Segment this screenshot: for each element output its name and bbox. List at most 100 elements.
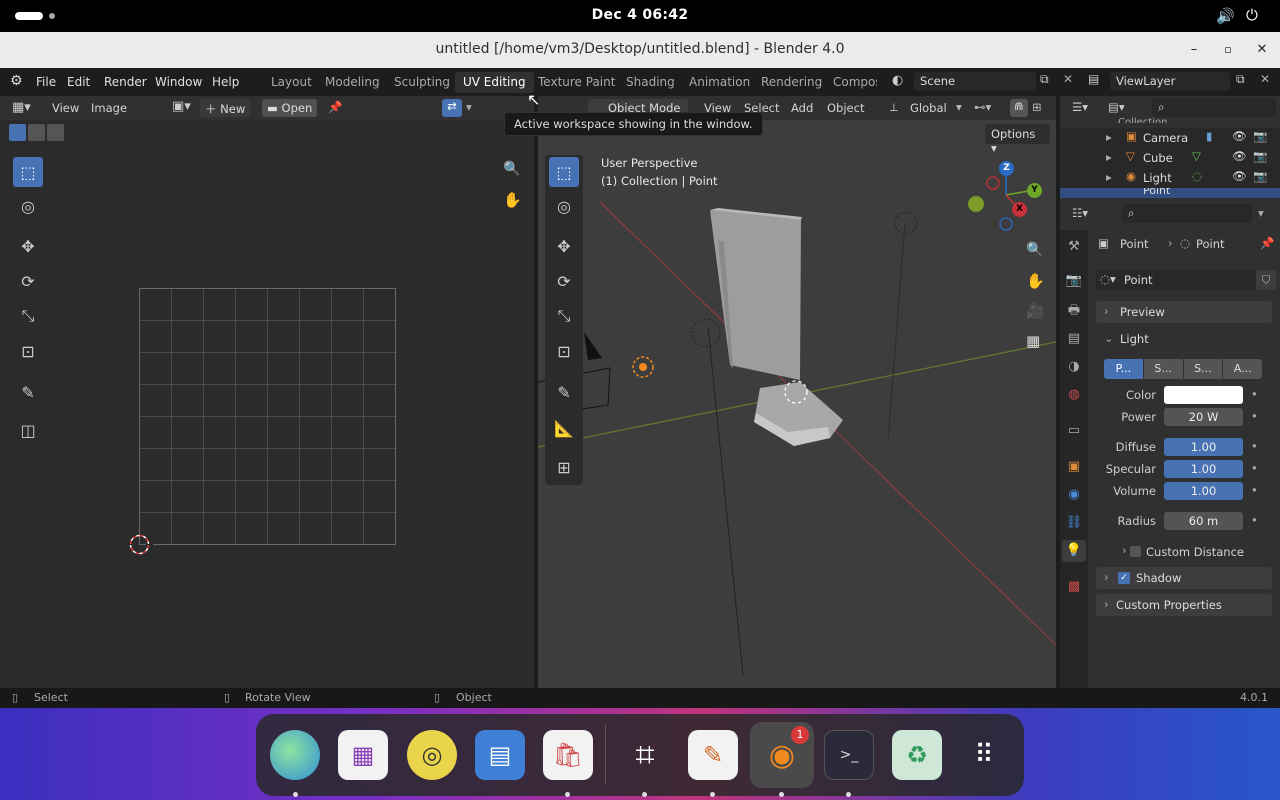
- uv-editor-canvas[interactable]: [0, 120, 534, 688]
- tab-animation[interactable]: Animation: [681, 72, 758, 93]
- tab-sculpting[interactable]: Sculpting: [386, 72, 458, 93]
- select-subtract-icon[interactable]: [47, 124, 64, 141]
- editor-type-icon[interactable]: ▦▾: [12, 100, 31, 115]
- fake-user-shield-icon[interactable]: ⛉: [1256, 270, 1276, 290]
- outliner-item-cube[interactable]: Cube: [1143, 151, 1173, 165]
- new-scene-icon[interactable]: ⧉: [1040, 72, 1049, 87]
- keyframe-dot-icon[interactable]: •: [1251, 513, 1258, 527]
- visibility-eye-icon[interactable]: 👁: [1232, 169, 1247, 183]
- rip-icon[interactable]: ◫: [13, 415, 43, 445]
- pin-icon[interactable]: 📌: [328, 100, 342, 114]
- expand-icon[interactable]: ▸: [1106, 150, 1112, 164]
- select-box-icon[interactable]: ⬚: [13, 157, 43, 187]
- render-camera-icon[interactable]: 📷: [1253, 169, 1267, 183]
- scene-selector[interactable]: Scene: [914, 72, 1036, 91]
- keyframe-dot-icon[interactable]: •: [1251, 461, 1258, 475]
- properties-editor-icon[interactable]: ☷▾: [1072, 206, 1088, 220]
- render-tab-icon[interactable]: 📷: [1063, 270, 1085, 292]
- scene-tab-icon[interactable]: ◑: [1063, 356, 1085, 378]
- viewport-menu-object[interactable]: Object: [827, 101, 864, 115]
- zoom-icon[interactable]: 🔍: [503, 161, 520, 177]
- visibility-eye-icon[interactable]: 👁: [1232, 149, 1247, 163]
- panel-preview[interactable]: › Preview: [1096, 301, 1272, 323]
- scale-icon[interactable]: ⤡: [13, 301, 43, 331]
- view-layer-tab-icon[interactable]: ▤: [1063, 328, 1085, 350]
- pin-icon[interactable]: 📌: [1260, 236, 1274, 250]
- text-editor-icon[interactable]: ✎: [688, 730, 738, 780]
- rotate-icon[interactable]: ⟳: [13, 266, 43, 296]
- camera-view-icon[interactable]: 🎥: [1026, 302, 1045, 320]
- select-box-icon[interactable]: ⬚: [549, 157, 579, 187]
- power-field[interactable]: 20 W: [1164, 408, 1243, 426]
- add-cube-icon[interactable]: ⊞: [549, 452, 579, 482]
- render-camera-icon[interactable]: 📷: [1253, 129, 1267, 143]
- terminal-icon[interactable]: >_: [824, 730, 874, 780]
- keyframe-dot-icon[interactable]: •: [1251, 409, 1258, 423]
- light-data-tab-icon[interactable]: 💡: [1062, 540, 1086, 562]
- gizmo-x-axis[interactable]: X: [1012, 202, 1027, 217]
- new-view-layer-icon[interactable]: ⧉: [1236, 72, 1245, 87]
- browser-icon[interactable]: [270, 730, 320, 780]
- dropdown-icon[interactable]: ▾: [466, 100, 472, 114]
- menu-window[interactable]: Window: [155, 75, 202, 89]
- pan-hand-icon[interactable]: ✋: [503, 191, 522, 209]
- collection-tab-icon[interactable]: ▭: [1063, 420, 1085, 442]
- outliner-collection-row[interactable]: Collection: [1118, 117, 1167, 123]
- panel-light[interactable]: ⌄ Light: [1096, 328, 1272, 350]
- outliner-search-input[interactable]: ⌕: [1152, 98, 1276, 117]
- menu-render[interactable]: Render: [104, 75, 147, 89]
- new-image-button[interactable]: ＋ New: [200, 99, 251, 117]
- orientation-dropdown[interactable]: Global: [910, 101, 947, 115]
- breadcrumb-object[interactable]: Point: [1120, 237, 1149, 251]
- chevron-right-icon[interactable]: ›: [1122, 543, 1127, 557]
- light-type-sun[interactable]: S...: [1143, 359, 1183, 379]
- orientation-icon[interactable]: ⟂: [890, 100, 898, 115]
- annotate-icon[interactable]: ✎: [549, 377, 579, 407]
- tab-compositing[interactable]: Compos: [825, 72, 877, 93]
- light-datablock-selector[interactable]: ◌▾ Point: [1096, 270, 1256, 290]
- expand-icon[interactable]: ▸: [1106, 170, 1112, 184]
- select-extend-icon[interactable]: [28, 124, 45, 141]
- chevron-down-icon[interactable]: ▾: [1258, 206, 1264, 220]
- dropdown-icon[interactable]: ▾: [956, 100, 962, 114]
- options-dropdown[interactable]: Options ▾: [985, 124, 1050, 155]
- shadow-checkbox[interactable]: ✓: [1118, 572, 1130, 584]
- light-type-area[interactable]: A...: [1223, 359, 1262, 379]
- blender-logo-icon[interactable]: ⚙: [10, 73, 23, 89]
- light-type-spot[interactable]: S...: [1183, 359, 1223, 379]
- measure-icon[interactable]: 📐: [549, 413, 579, 443]
- window-title-bar[interactable]: untitled [/home/vm3/Desktop/untitled.ble…: [0, 32, 1280, 68]
- scale-icon[interactable]: ⤡: [549, 301, 579, 331]
- specular-field[interactable]: 1.00: [1164, 460, 1243, 478]
- move-icon[interactable]: ✥: [13, 231, 43, 261]
- color-swatch[interactable]: [1164, 386, 1243, 404]
- constraints-tab-icon[interactable]: ⛓: [1063, 512, 1085, 534]
- delete-view-layer-icon[interactable]: ✕: [1260, 72, 1270, 86]
- object-tab-icon[interactable]: ▣: [1063, 456, 1085, 478]
- text-document-icon[interactable]: ▤: [475, 730, 525, 780]
- music-player-icon[interactable]: ◎: [407, 730, 457, 780]
- tab-shading[interactable]: Shading: [618, 72, 683, 93]
- select-new-icon[interactable]: [9, 124, 26, 141]
- 3d-viewport[interactable]: Z Y X User Perspective (1) Collection | …: [538, 120, 1056, 688]
- tab-texture-paint[interactable]: Texture Paint: [530, 72, 623, 93]
- outliner-item-camera[interactable]: Camera: [1143, 131, 1188, 145]
- cursor-icon[interactable]: ◎: [549, 191, 579, 221]
- volume-field[interactable]: 1.00: [1164, 482, 1243, 500]
- transform-icon[interactable]: ⊡: [549, 336, 579, 366]
- output-tab-icon[interactable]: 🖶: [1063, 300, 1085, 322]
- trash-icon[interactable]: ♻: [892, 730, 942, 780]
- view-layer-icon[interactable]: ▤: [1088, 72, 1099, 86]
- keyframe-dot-icon[interactable]: •: [1251, 439, 1258, 453]
- outliner-editor-icon[interactable]: ☰▾: [1072, 100, 1088, 114]
- pan-hand-icon[interactable]: ✋: [1026, 272, 1045, 290]
- diffuse-field[interactable]: 1.00: [1164, 438, 1243, 456]
- light-type-point[interactable]: P...: [1104, 359, 1143, 379]
- snap-icon[interactable]: ⋒: [1010, 99, 1028, 117]
- close-button[interactable]: ✕: [1253, 41, 1271, 59]
- custom-distance-checkbox[interactable]: [1130, 546, 1141, 557]
- outliner-item-light[interactable]: Light: [1143, 171, 1172, 185]
- power-icon[interactable]: ⏻: [1246, 6, 1258, 24]
- scene-icon[interactable]: ◐: [892, 73, 903, 88]
- tab-uv-editing[interactable]: UV Editing: [455, 72, 534, 93]
